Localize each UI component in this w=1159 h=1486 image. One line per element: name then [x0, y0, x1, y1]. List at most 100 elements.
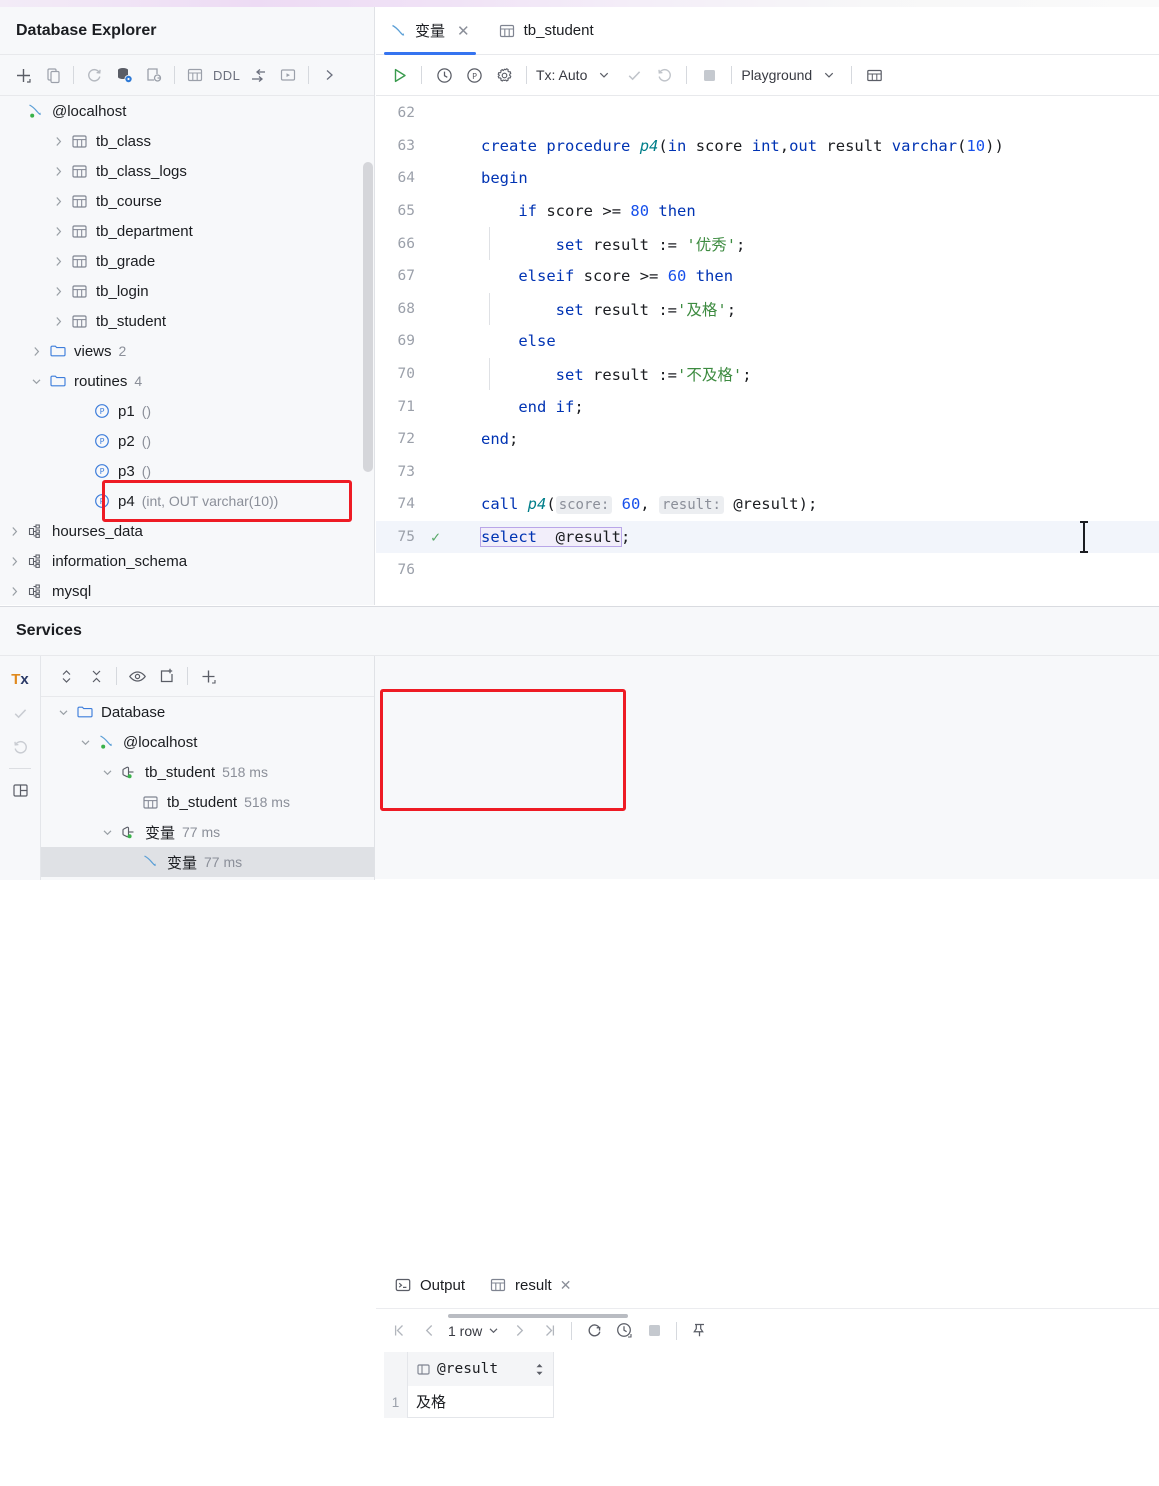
- services-tree-item-tb_student[interactable]: tb_student 518 ms: [41, 757, 374, 787]
- code-line[interactable]: 76: [376, 553, 1159, 586]
- ddl-button[interactable]: DDL: [210, 68, 243, 83]
- chevron-right-icon[interactable]: [6, 583, 23, 600]
- close-icon[interactable]: ✕: [457, 22, 470, 40]
- tree-item-tb_student[interactable]: tb_student: [0, 306, 374, 336]
- tree-item-tb_course[interactable]: tb_course: [0, 186, 374, 216]
- chevron-down-icon[interactable]: [77, 734, 94, 751]
- results-horizontal-scrollbar[interactable]: [448, 1314, 628, 1318]
- chevron-right-icon[interactable]: [50, 193, 67, 210]
- chevron-right-icon[interactable]: [50, 163, 67, 180]
- code-line[interactable]: 69 else: [376, 325, 1159, 358]
- sql-code-editor[interactable]: 62 63 create procedure p4(in score int,out…: [376, 97, 1159, 605]
- services-tree-item-tb_student[interactable]: tb_student 518 ms: [41, 787, 374, 817]
- tree-item-p1[interactable]: Pp1 (): [0, 396, 374, 426]
- stop-square-icon[interactable]: [694, 60, 724, 90]
- chevron-right-icon[interactable]: [50, 133, 67, 150]
- last-page-icon[interactable]: [534, 1316, 564, 1346]
- schema-selector-label[interactable]: Playground: [739, 67, 814, 83]
- stop-square-icon[interactable]: [639, 1316, 669, 1346]
- expand-collapse-icon[interactable]: [51, 661, 81, 691]
- tree-item-routines[interactable]: routines 4: [0, 366, 374, 396]
- run-script-icon[interactable]: [273, 60, 303, 90]
- run-play-icon[interactable]: [384, 60, 414, 90]
- code-line[interactable]: 72 end;: [376, 423, 1159, 456]
- code-line[interactable]: 75 ✓ select @result;: [376, 520, 1159, 554]
- tree-item-tb_grade[interactable]: tb_grade: [0, 246, 374, 276]
- history-clock-icon[interactable]: [609, 1316, 639, 1346]
- tree-item-p4[interactable]: Pp4 (int, OUT varchar(10)): [0, 486, 374, 516]
- tab-result[interactable]: result ✕: [479, 1276, 581, 1294]
- code-line[interactable]: 73: [376, 456, 1159, 489]
- database-tree-scrollbar[interactable]: [363, 162, 373, 472]
- tab-tb_student[interactable]: tb_student: [484, 7, 608, 54]
- chevron-right-icon[interactable]: [50, 253, 67, 270]
- eye-icon[interactable]: [122, 661, 152, 691]
- results-grid-row[interactable]: 1 及格: [384, 1386, 554, 1418]
- chevron-down-icon[interactable]: [55, 704, 72, 721]
- next-page-icon[interactable]: [504, 1316, 534, 1346]
- gear-icon[interactable]: [489, 60, 519, 90]
- code-line[interactable]: 67 elseif score >= 60 then: [376, 260, 1159, 293]
- chevron-down-icon[interactable]: [487, 1324, 500, 1337]
- copy-icon[interactable]: [38, 60, 68, 90]
- statement-ok-check-icon[interactable]: ✓: [423, 528, 448, 546]
- chevron-right-icon[interactable]: [50, 313, 67, 330]
- tx-icon[interactable]: Tx: [5, 662, 35, 696]
- tree-item-tb_login[interactable]: tb_login: [0, 276, 374, 306]
- pin-icon[interactable]: [684, 1316, 714, 1346]
- refresh-icon[interactable]: [579, 1316, 609, 1346]
- commit-check-icon[interactable]: [619, 60, 649, 90]
- tree-item-information_schema[interactable]: information_schema: [0, 546, 374, 576]
- tree-item-tb_class[interactable]: tb_class: [0, 126, 374, 156]
- rollback-icon[interactable]: [5, 730, 35, 764]
- prev-page-icon[interactable]: [414, 1316, 444, 1346]
- tree-item-mysql[interactable]: mysql: [0, 576, 374, 605]
- add-icon[interactable]: [193, 661, 223, 691]
- chevron-right-icon[interactable]: [6, 553, 23, 570]
- profiler-icon[interactable]: P: [459, 60, 489, 90]
- chevron-right-icon[interactable]: [50, 283, 67, 300]
- chevron-down-icon[interactable]: [589, 60, 619, 90]
- add-icon[interactable]: [8, 60, 38, 90]
- column-header-@result[interactable]: @result: [408, 1352, 554, 1386]
- services-tree-item-变量[interactable]: 变量 77 ms: [41, 847, 374, 877]
- close-icon[interactable]: ✕: [560, 1277, 572, 1294]
- new-tab-icon[interactable]: [152, 661, 182, 691]
- code-line[interactable]: 63 create procedure p4(in score int,out r…: [376, 130, 1159, 163]
- tree-item-p2[interactable]: Pp2 (): [0, 426, 374, 456]
- database-tree[interactable]: @localhost tb_class tb_class_logs tb_course…: [0, 96, 374, 605]
- table-icon[interactable]: [180, 60, 210, 90]
- commit-check-icon[interactable]: [5, 696, 35, 730]
- services-tree-item-Database[interactable]: Database: [41, 697, 374, 727]
- code-line[interactable]: 66 set result := '优秀';: [376, 227, 1159, 260]
- chevron-right-icon[interactable]: [6, 523, 23, 540]
- tx-mode-label[interactable]: Tx: Auto: [534, 67, 589, 83]
- chevron-down-icon[interactable]: [99, 764, 116, 781]
- jump-to-icon[interactable]: [243, 60, 273, 90]
- code-line[interactable]: 74 call p4(score: 60, result: @result);: [376, 488, 1159, 521]
- tree-item-views[interactable]: views 2: [0, 336, 374, 366]
- chevron-down-icon[interactable]: [814, 60, 844, 90]
- chevron-down-icon[interactable]: [28, 373, 45, 390]
- code-line[interactable]: 64 begin: [376, 162, 1159, 195]
- tab-output[interactable]: Output: [384, 1276, 475, 1294]
- tab-变量[interactable]: 变量 ✕: [376, 7, 484, 55]
- chevron-right-icon[interactable]: [50, 223, 67, 240]
- first-page-icon[interactable]: [384, 1316, 414, 1346]
- chevron-down-icon[interactable]: [99, 824, 116, 841]
- rollback-icon[interactable]: [649, 60, 679, 90]
- code-line[interactable]: 65 if score >= 80 then: [376, 195, 1159, 228]
- code-line[interactable]: 71 end if;: [376, 390, 1159, 423]
- code-line[interactable]: 68 set result :='及格';: [376, 292, 1159, 326]
- open-in-grid-icon[interactable]: [859, 60, 889, 90]
- chevron-right-icon[interactable]: [28, 343, 45, 360]
- services-tree-item-@localhost[interactable]: @localhost: [41, 727, 374, 757]
- services-tree-item-变量[interactable]: 变量 77 ms: [41, 817, 374, 847]
- expand-toolbar-icon[interactable]: [314, 60, 344, 90]
- results-grid-cell[interactable]: 及格: [408, 1386, 554, 1418]
- tree-item-hourses_data[interactable]: hourses_data: [0, 516, 374, 546]
- collapse-all-icon[interactable]: [81, 661, 111, 691]
- tree-item-tb_department[interactable]: tb_department: [0, 216, 374, 246]
- code-line[interactable]: 62: [376, 97, 1159, 130]
- row-count[interactable]: 1 row: [444, 1323, 504, 1339]
